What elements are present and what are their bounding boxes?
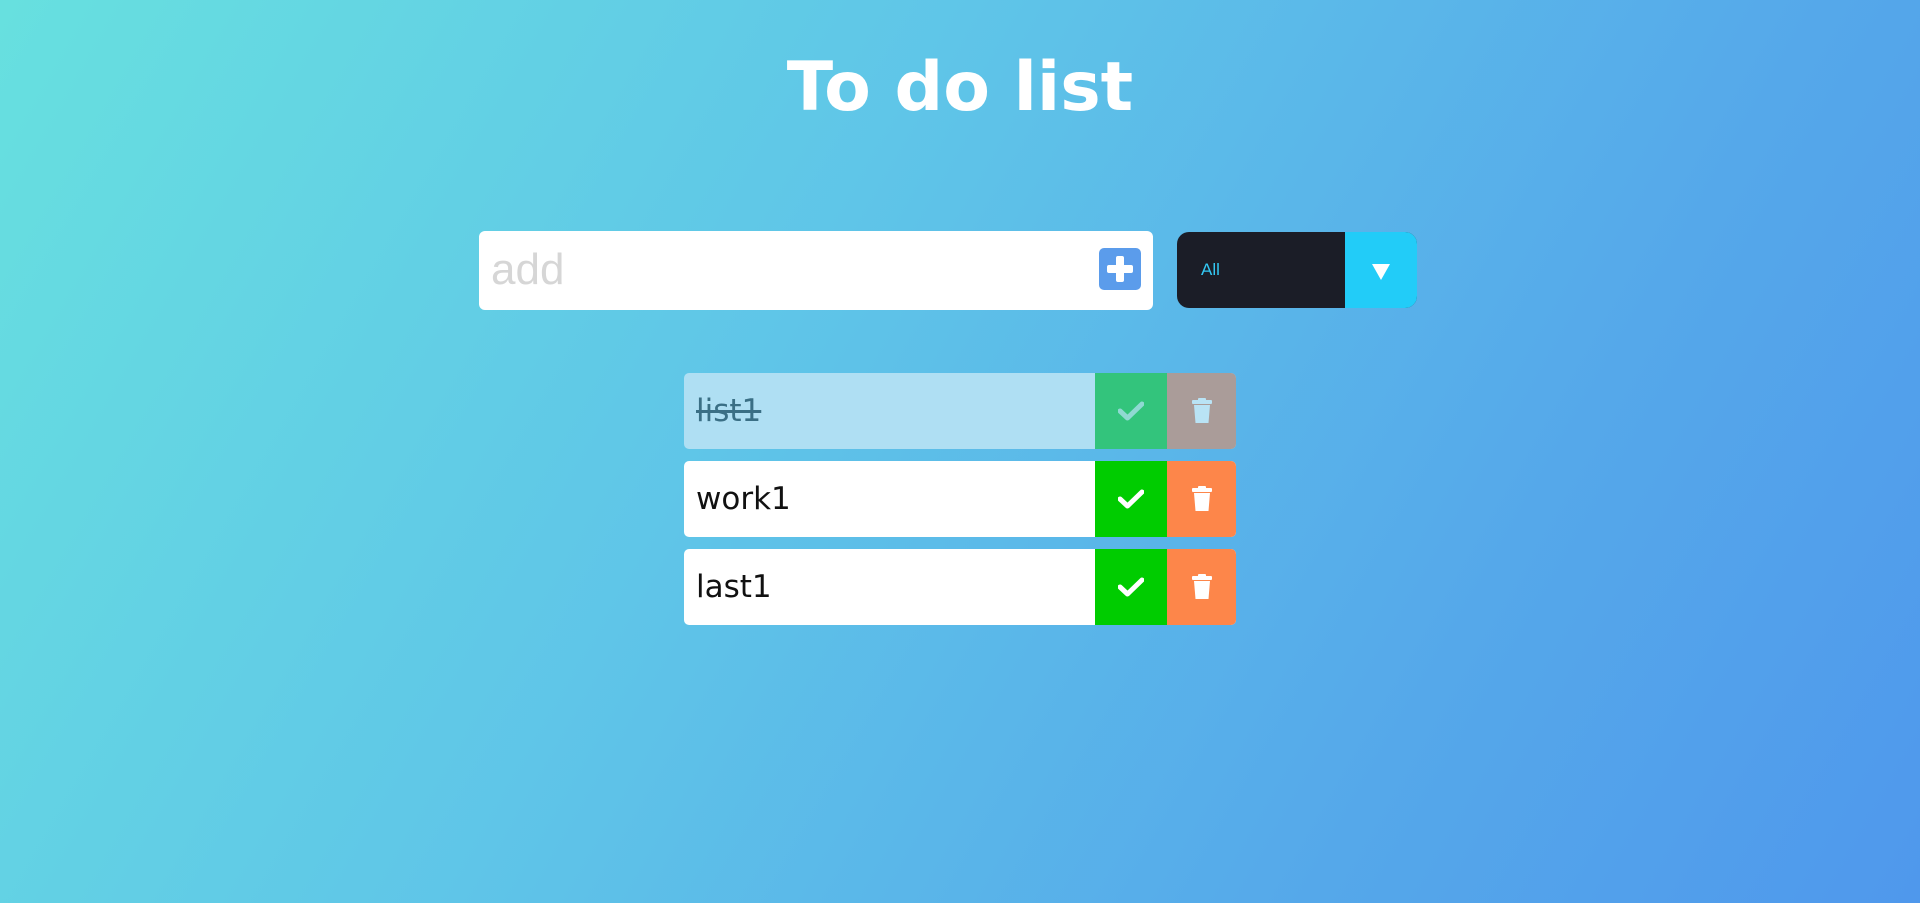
trash-icon (1191, 398, 1212, 423)
check-icon (1118, 401, 1144, 421)
page-title: To do list (786, 48, 1134, 127)
check-icon (1118, 577, 1144, 597)
delete-button[interactable] (1167, 461, 1236, 537)
add-todo-button[interactable] (1099, 248, 1141, 290)
add-todo-form (479, 231, 1153, 310)
filter-selected-value: All (1201, 260, 1220, 279)
trash-icon (1191, 486, 1212, 511)
trash-icon (1191, 574, 1212, 599)
triangle-down-icon (1372, 264, 1390, 280)
todo-text: list1 (696, 393, 762, 429)
todo-text: work1 (696, 481, 791, 517)
add-todo-input[interactable] (491, 239, 1061, 301)
delete-button[interactable] (1167, 549, 1236, 625)
delete-button[interactable] (1167, 373, 1236, 449)
todo-item: last1 (684, 549, 1236, 625)
todo-text: last1 (696, 569, 772, 605)
complete-button[interactable] (1095, 549, 1167, 625)
filter-dropdown-toggle[interactable] (1345, 232, 1417, 308)
filter-select[interactable]: All (1177, 232, 1417, 308)
complete-button[interactable] (1095, 461, 1167, 537)
check-icon (1118, 489, 1144, 509)
todo-item: list1 (684, 373, 1236, 449)
todo-item: work1 (684, 461, 1236, 537)
complete-button[interactable] (1095, 373, 1167, 449)
todo-list: list1 work1 last1 (684, 373, 1236, 637)
plus-icon-vertical (1116, 256, 1124, 282)
